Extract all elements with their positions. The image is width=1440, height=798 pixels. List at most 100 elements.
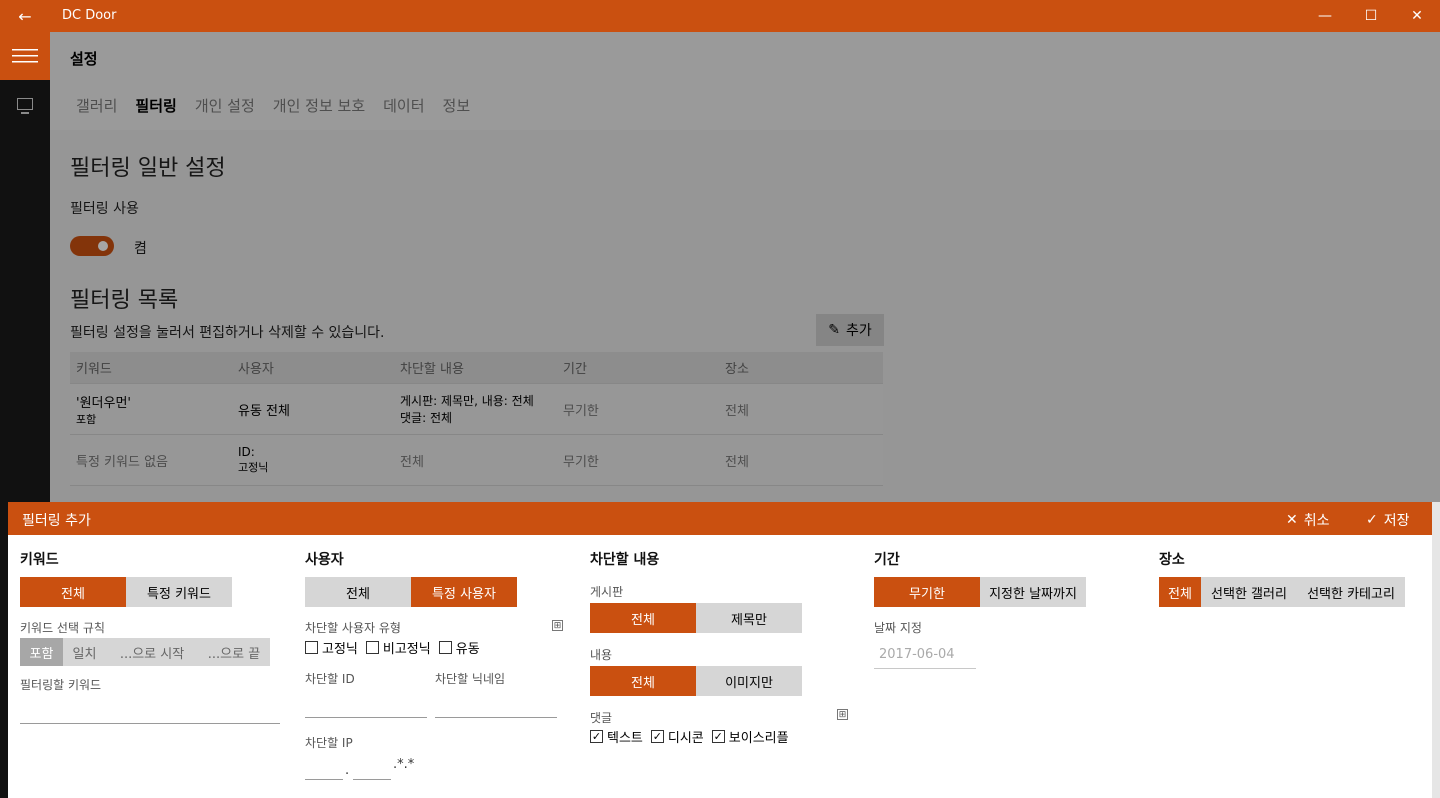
fixed-nick-checkbox[interactable]: 고정닉 xyxy=(305,638,358,657)
save-button[interactable]: ✓ 저장 xyxy=(1366,510,1410,530)
content-heading: 차단할 내용 xyxy=(590,552,660,568)
ip-dot: . xyxy=(345,763,350,778)
keyword-input[interactable] xyxy=(20,723,280,724)
col-period: 기간 xyxy=(563,362,587,377)
keyword-mode-selector: 전체 특정 키워드 xyxy=(20,577,232,607)
keyword-specific-option[interactable]: 특정 키워드 xyxy=(126,577,232,607)
add-filter-button[interactable]: ✎ 추가 xyxy=(816,314,884,346)
anonymous-label: 유동 xyxy=(455,642,480,657)
close-icon: ✕ xyxy=(1411,8,1423,24)
table-row[interactable]: '원더우먼' 포함 유동 전체 게시판: 제목만, 내용: 전체 댓글: 전체 무기… xyxy=(70,384,883,435)
block-nick-input[interactable] xyxy=(435,717,557,718)
keyword-sub: 포함 xyxy=(76,412,97,426)
cancel-label: 취소 xyxy=(1303,513,1330,529)
checkbox-checked-icon: ✓ xyxy=(711,730,725,743)
rule-exact[interactable]: 일치 xyxy=(63,638,106,666)
cell-content: 전체 xyxy=(400,454,424,470)
period-unlimited-option[interactable]: 무기한 xyxy=(874,577,980,607)
non-fixed-nick-checkbox[interactable]: 비고정닉 xyxy=(365,638,431,657)
dccon-checkbox[interactable]: ✓ 디시콘 xyxy=(650,727,704,746)
save-label: 저장 xyxy=(1383,513,1410,529)
expand-icon[interactable]: ⊞ xyxy=(837,709,848,720)
table-row[interactable]: 특정 키워드 없음 ID: 고정닉 전체 무기한 전체 xyxy=(70,435,883,486)
cell-place: 전체 xyxy=(725,454,749,470)
user-all-option[interactable]: 전체 xyxy=(305,577,411,607)
user-text: 유동 전체 xyxy=(238,403,290,419)
content-text: 게시판: 제목만, 내용: 전체 xyxy=(400,394,534,408)
cell-period: 무기한 xyxy=(563,454,599,470)
user-type-label: 차단할 사용자 유형 xyxy=(305,621,401,635)
ip-octet-1-input[interactable] xyxy=(305,779,343,780)
voice-reply-checkbox[interactable]: ✓ 보이스리플 xyxy=(711,727,789,746)
body-all-option[interactable]: 전체 xyxy=(590,666,696,696)
maximize-button[interactable]: ☐ xyxy=(1348,0,1394,32)
board-label: 게시판 xyxy=(590,585,624,599)
title-bar: ← DC Door — ☐ ✕ xyxy=(0,0,1440,32)
panel-title: 필터링 추가 xyxy=(22,513,91,529)
voice-reply-label: 보이스리플 xyxy=(728,731,789,746)
cell-user: ID: 고정닉 xyxy=(238,435,268,485)
back-button[interactable]: ← xyxy=(0,0,50,32)
col-user: 사용자 xyxy=(238,362,274,377)
fixed-nick-label: 고정닉 xyxy=(322,642,358,657)
keyword-heading: 키워드 xyxy=(20,552,59,568)
cell-place: 전체 xyxy=(725,403,749,419)
place-selector: 전체 선택한 갤러리 선택한 카테고리 xyxy=(1159,577,1405,607)
content-section: 차단할 내용 게시판 전체 제목만 내용 전체 이미지만 댓글 ⊞ ✓ 텍스트 ✓… xyxy=(590,535,860,798)
filter-toggle[interactable] xyxy=(70,236,114,256)
toggle-state-label: 켬 xyxy=(134,241,147,257)
board-all-option[interactable]: 전체 xyxy=(590,603,696,633)
period-until-date-option[interactable]: 지정한 날짜까지 xyxy=(980,577,1086,607)
ip-octet-2-input[interactable] xyxy=(353,779,391,780)
user-section: 사용자 전체 특정 사용자 차단할 사용자 유형 ⊞ 고정닉 비고정닉 유동 차… xyxy=(305,535,575,798)
maximize-icon: ☐ xyxy=(1364,8,1378,24)
tab-data[interactable]: 데이터 xyxy=(383,95,424,116)
keyword-input-label: 필터링할 키워드 xyxy=(20,678,102,692)
body-label: 내용 xyxy=(590,648,613,662)
rule-contains[interactable]: 포함 xyxy=(20,638,63,666)
board-title-only-option[interactable]: 제목만 xyxy=(696,603,802,633)
place-gallery-option[interactable]: 선택한 갤러리 xyxy=(1201,577,1297,607)
body-selector: 전체 이미지만 xyxy=(590,666,802,696)
user-specific-option[interactable]: 특정 사용자 xyxy=(411,577,517,607)
ip-suffix: .*.* xyxy=(393,757,415,772)
block-ip-label: 차단할 IP xyxy=(305,736,353,750)
block-nick-label: 차단할 닉네임 xyxy=(435,672,506,686)
rule-ends-with[interactable]: ...으로 끝 xyxy=(198,638,270,666)
tab-privacy[interactable]: 개인 정보 보호 xyxy=(273,95,365,116)
content-sub: 댓글: 전체 xyxy=(400,411,453,425)
hamburger-menu-button[interactable] xyxy=(0,32,50,80)
rule-starts-with[interactable]: ...으로 시작 xyxy=(106,638,198,666)
tab-filtering[interactable]: 필터링 xyxy=(135,95,176,116)
monitor-icon[interactable] xyxy=(17,98,33,114)
col-keyword: 키워드 xyxy=(76,362,112,377)
user-text: ID: xyxy=(238,445,255,459)
window-title: DC Door xyxy=(62,8,117,23)
date-input[interactable] xyxy=(874,668,976,669)
text-checkbox[interactable]: ✓ 텍스트 xyxy=(590,727,643,746)
cell-user: 유동 전체 xyxy=(238,384,290,434)
close-button[interactable]: ✕ xyxy=(1394,0,1440,32)
checkbox-checked-icon: ✓ xyxy=(590,730,603,743)
tab-personal-settings[interactable]: 개인 설정 xyxy=(195,95,255,116)
block-id-input[interactable] xyxy=(305,717,427,718)
tab-gallery[interactable]: 갤러리 xyxy=(76,95,117,116)
cell-keyword: 특정 키워드 없음 xyxy=(76,454,168,470)
body-image-only-option[interactable]: 이미지만 xyxy=(696,666,802,696)
place-section: 장소 전체 선택한 갤러리 선택한 카테고리 xyxy=(1159,535,1419,798)
cancel-button[interactable]: ✕ 취소 xyxy=(1286,510,1330,530)
table-header: 키워드 사용자 차단할 내용 기간 장소 xyxy=(70,352,883,384)
dccon-label: 디시콘 xyxy=(667,731,704,746)
place-category-option[interactable]: 선택한 카테고리 xyxy=(1297,577,1405,607)
close-icon: ✕ xyxy=(1286,512,1298,528)
expand-icon[interactable]: ⊞ xyxy=(552,620,563,631)
keyword-all-option[interactable]: 전체 xyxy=(20,577,126,607)
tab-info[interactable]: 정보 xyxy=(443,95,471,116)
minimize-button[interactable]: — xyxy=(1302,0,1348,32)
settings-tabs: 갤러리 필터링 개인 설정 개인 정보 보호 데이터 정보 xyxy=(76,95,470,116)
cell-period: 무기한 xyxy=(563,403,599,419)
filter-list-description: 필터링 설정을 눌러서 편집하거나 삭제할 수 있습니다. xyxy=(70,325,385,341)
anonymous-checkbox[interactable]: 유동 xyxy=(438,638,480,657)
place-all-option[interactable]: 전체 xyxy=(1159,577,1201,607)
general-settings-heading: 필터링 일반 설정 xyxy=(70,156,226,181)
